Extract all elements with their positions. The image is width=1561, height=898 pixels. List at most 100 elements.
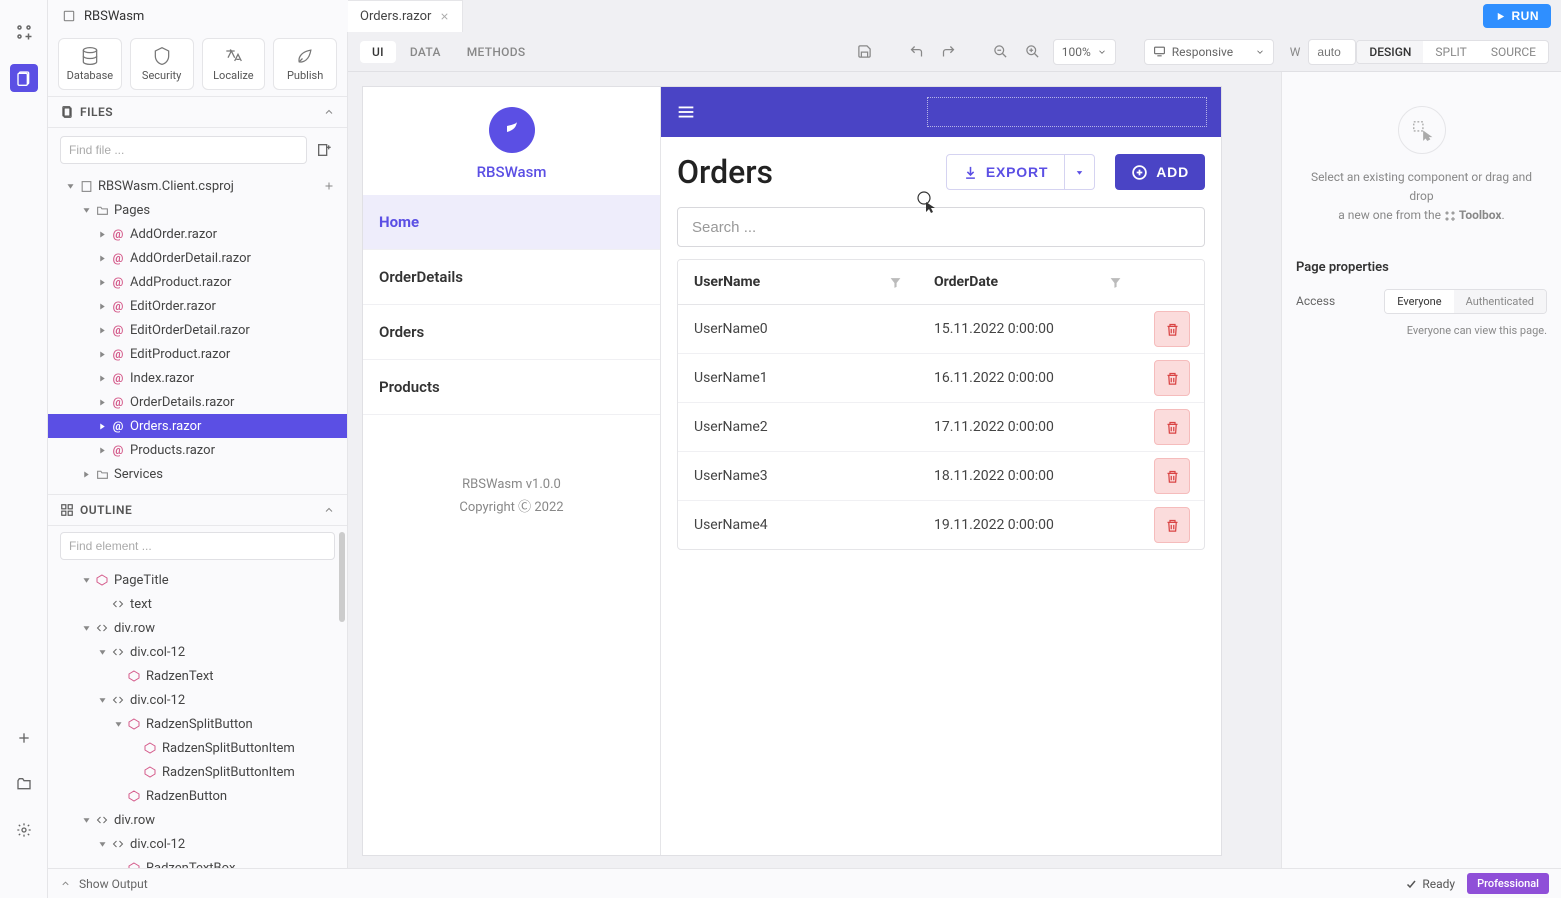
outline-label: RadzenText <box>146 669 214 684</box>
ready-label: Ready <box>1422 877 1455 891</box>
cell-date: 18.11.2022 0:00:00 <box>918 452 1138 500</box>
toolbox-icon[interactable] <box>10 18 38 46</box>
filter-icon[interactable] <box>889 276 902 289</box>
table-row[interactable]: UserName419.11.2022 0:00:00 <box>678 501 1204 549</box>
tree-row-services[interactable]: Services <box>48 462 347 486</box>
scrollbar[interactable] <box>339 532 345 622</box>
design-canvas[interactable]: RBSWasm HomeOrderDetailsOrdersProducts R… <box>348 72 1281 868</box>
tree-row-file[interactable]: @EditOrderDetail.razor <box>48 318 347 342</box>
tree-label: Services <box>114 467 163 482</box>
export-button[interactable]: EXPORT <box>946 154 1065 190</box>
tree-row-file[interactable]: @AddProduct.razor <box>48 270 347 294</box>
grid-search-input[interactable] <box>677 207 1205 247</box>
publish-card[interactable]: Publish <box>273 38 337 90</box>
nav-item[interactable]: Orders <box>363 305 660 360</box>
outline-row[interactable]: RadzenTextBox <box>48 856 347 868</box>
zoom-in-icon[interactable] <box>1021 40 1045 64</box>
table-row[interactable]: UserName015.11.2022 0:00:00 <box>678 305 1204 354</box>
outline-row[interactable]: RadzenButton <box>48 784 347 808</box>
close-icon[interactable] <box>439 11 450 22</box>
tree-row-file[interactable]: @AddOrderDetail.razor <box>48 246 347 270</box>
nav-item[interactable]: OrderDetails <box>363 250 660 305</box>
outline-row[interactable]: div.col-12 <box>48 688 347 712</box>
col-header-user[interactable]: UserName <box>678 260 918 304</box>
chevron-up-icon[interactable] <box>323 504 335 516</box>
view-tab-data[interactable]: DATA <box>398 41 453 63</box>
table-row[interactable]: UserName116.11.2022 0:00:00 <box>678 354 1204 403</box>
add-button[interactable]: ADD <box>1115 154 1205 190</box>
view-tab-methods[interactable]: METHODS <box>455 41 538 63</box>
responsive-select[interactable]: Responsive <box>1144 39 1274 65</box>
chevron-up-icon[interactable] <box>323 106 335 118</box>
view-mode-split[interactable]: SPLIT <box>1423 41 1478 63</box>
zoom-out-icon[interactable] <box>989 40 1013 64</box>
show-output[interactable]: Show Output <box>79 877 148 891</box>
outline-row[interactable]: PageTitle <box>48 568 347 592</box>
topbar-placeholder[interactable] <box>927 97 1207 127</box>
tree-row-file[interactable]: @Orders.razor <box>48 414 347 438</box>
hamburger-icon[interactable] <box>675 101 697 123</box>
add-icon[interactable] <box>10 724 38 752</box>
run-button[interactable]: RUN <box>1483 4 1552 28</box>
tree-label: EditProduct.razor <box>130 347 230 362</box>
outline-search-input[interactable] <box>60 532 335 560</box>
chevron-up-icon[interactable] <box>60 878 71 889</box>
view-mode-source[interactable]: SOURCE <box>1479 41 1548 63</box>
zoom-select[interactable]: 100% <box>1053 39 1116 65</box>
tree-row-project[interactable]: RBSWasm.Client.csproj <box>48 174 347 198</box>
tree-row-file[interactable]: @EditOrder.razor <box>48 294 347 318</box>
table-row[interactable]: UserName318.11.2022 0:00:00 <box>678 452 1204 501</box>
new-file-icon[interactable] <box>313 139 335 161</box>
outline-header[interactable]: OUTLINE <box>48 494 347 526</box>
tab-orders[interactable]: Orders.razor <box>348 0 463 32</box>
table-row[interactable]: UserName217.11.2022 0:00:00 <box>678 403 1204 452</box>
tree-row-pages[interactable]: Pages <box>48 198 347 222</box>
undo-icon[interactable] <box>905 40 929 64</box>
explorer-icon[interactable] <box>10 64 38 92</box>
outline-row[interactable]: RadzenSplitButtonItem <box>48 736 347 760</box>
localize-card[interactable]: Localize <box>202 38 266 90</box>
seg-auth[interactable]: Authenticated <box>1454 290 1546 313</box>
delete-button[interactable] <box>1154 507 1190 543</box>
main-area: Orders.razor RUN UI DATA METHODS 100% <box>348 0 1561 868</box>
view-mode-design[interactable]: DESIGN <box>1357 41 1423 63</box>
outline-row[interactable]: RadzenSplitButton <box>48 712 347 736</box>
tree-row-file[interactable]: @Products.razor <box>48 438 347 462</box>
outline-row[interactable]: RadzenSplitButtonItem <box>48 760 347 784</box>
gear-icon[interactable] <box>10 816 38 844</box>
col-header-date[interactable]: OrderDate <box>918 260 1138 304</box>
outline-row[interactable]: div.col-12 <box>48 832 347 856</box>
outline-row[interactable]: RadzenText <box>48 664 347 688</box>
security-card[interactable]: Security <box>130 38 194 90</box>
files-title: FILES <box>80 105 113 119</box>
database-card[interactable]: Database <box>58 38 122 90</box>
tree-row-file[interactable]: @EditProduct.razor <box>48 342 347 366</box>
outline-row[interactable]: div.col-12 <box>48 640 347 664</box>
files-header[interactable]: FILES <box>48 96 347 128</box>
delete-button[interactable] <box>1154 409 1190 445</box>
outline-row[interactable]: text <box>48 592 347 616</box>
cell-user: UserName1 <box>678 354 918 402</box>
seg-everyone[interactable]: Everyone <box>1385 290 1453 313</box>
save-icon[interactable] <box>853 40 877 64</box>
filter-icon[interactable] <box>1109 276 1122 289</box>
nav-item[interactable]: Products <box>363 360 660 415</box>
file-search-input[interactable] <box>60 136 307 164</box>
tree-row-file[interactable]: @Index.razor <box>48 366 347 390</box>
folder-open-icon[interactable] <box>10 770 38 798</box>
width-input[interactable] <box>1308 39 1356 65</box>
view-tab-ui[interactable]: UI <box>360 41 396 63</box>
delete-button[interactable] <box>1154 458 1190 494</box>
redo-icon[interactable] <box>937 40 961 64</box>
delete-button[interactable] <box>1154 360 1190 396</box>
access-segmented[interactable]: Everyone Authenticated <box>1384 289 1547 314</box>
outline-row[interactable]: div.row <box>48 808 347 832</box>
export-caret[interactable] <box>1065 154 1095 190</box>
plus-icon[interactable] <box>323 180 335 192</box>
nav-item[interactable]: Home <box>363 195 660 250</box>
tree-row-file[interactable]: @AddOrder.razor <box>48 222 347 246</box>
outline-row[interactable]: div.row <box>48 616 347 640</box>
tree-row-file[interactable]: @OrderDetails.razor <box>48 390 347 414</box>
delete-button[interactable] <box>1154 311 1190 347</box>
cell-user: UserName3 <box>678 452 918 500</box>
